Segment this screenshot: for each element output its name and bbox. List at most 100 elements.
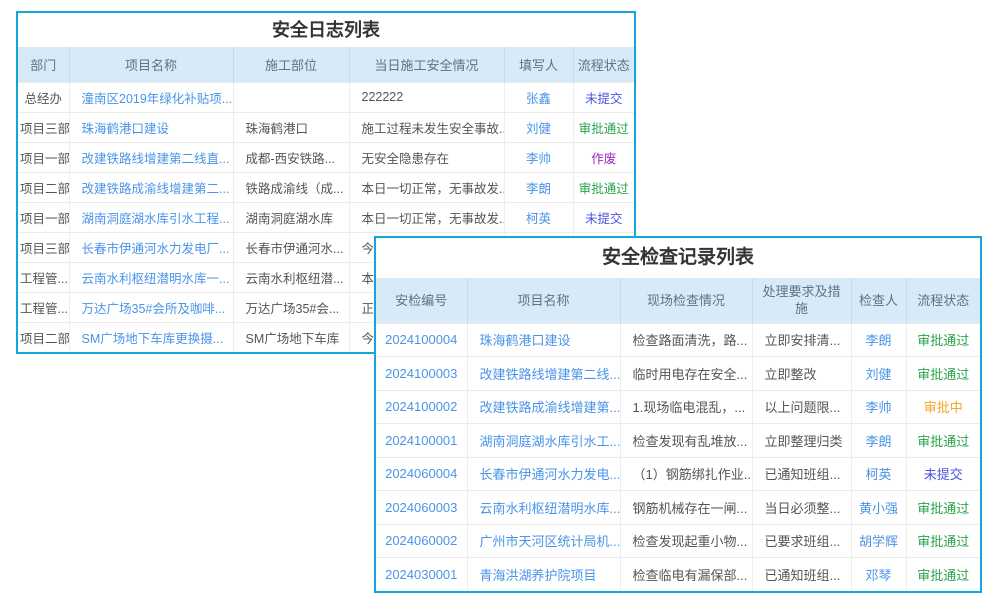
department-cell: 项目二部	[18, 322, 69, 352]
project-name-link[interactable]: 改建铁路线增建第二线直...	[69, 142, 233, 172]
project-name-link[interactable]: 改建铁路成渝线增建第...	[467, 390, 620, 424]
site-check-cell: 钢筋机械存在一闸...	[620, 491, 752, 525]
column-header: 施工部位	[233, 47, 349, 82]
measure-cell: 已要求班组...	[752, 524, 851, 558]
inspection-code-link[interactable]: 2024100002	[376, 390, 467, 424]
project-name-link[interactable]: 改建铁路线增建第二线...	[467, 357, 620, 391]
project-name-link[interactable]: 长春市伊通河水力发电...	[467, 457, 620, 491]
measure-cell: 以上问题限...	[752, 390, 851, 424]
site-check-cell: （1）钢筋绑扎作业...	[620, 457, 752, 491]
workflow-status-text: 审批通过	[573, 112, 634, 142]
column-header: 项目名称	[467, 278, 620, 323]
measure-cell: 已通知班组...	[752, 558, 851, 592]
column-header: 项目名称	[69, 47, 233, 82]
column-header: 安检编号	[376, 278, 467, 323]
department-cell: 项目一部	[18, 142, 69, 172]
column-header: 填写人	[504, 47, 573, 82]
project-name-link[interactable]: 改建铁路成渝线增建第二...	[69, 172, 233, 202]
column-header: 部门	[18, 47, 69, 82]
column-header: 流程状态	[906, 278, 980, 323]
inspection-code-link[interactable]: 2024030001	[376, 558, 467, 592]
workflow-status-text: 审批通过	[906, 558, 980, 592]
project-name-link[interactable]: 湖南洞庭湖水库引水工程...	[69, 202, 233, 232]
construction-part-cell: 珠海鹤港口	[233, 112, 349, 142]
site-check-cell: 1.现场临电混乱，...	[620, 390, 752, 424]
workflow-status-text: 作废	[573, 142, 634, 172]
inspector-link[interactable]: 胡学辉	[851, 524, 906, 558]
writer-link[interactable]: 李帅	[504, 142, 573, 172]
measure-cell: 已通知班组...	[752, 457, 851, 491]
inspection-code-link[interactable]: 2024060004	[376, 457, 467, 491]
table-row: 项目一部湖南洞庭湖水库引水工程...湖南洞庭湖水库本日一切正常，无事故发...柯…	[18, 202, 634, 232]
project-name-link[interactable]: 云南水利枢纽潜明水库一...	[69, 262, 233, 292]
inspector-link[interactable]: 柯英	[851, 457, 906, 491]
department-cell: 总经办	[18, 82, 69, 112]
construction-part-cell	[233, 82, 349, 112]
table-row: 项目一部改建铁路线增建第二线直...成都-西安铁路...无安全隐患存在李帅作废	[18, 142, 634, 172]
inspector-link[interactable]: 李朗	[851, 323, 906, 357]
project-name-link[interactable]: 广州市天河区统计局机...	[467, 524, 620, 558]
writer-link[interactable]: 张鑫	[504, 82, 573, 112]
site-check-cell: 临时用电存在安全...	[620, 357, 752, 391]
daily-safety-cell: 222222	[349, 82, 504, 112]
department-cell: 项目二部	[18, 172, 69, 202]
safety-inspection-header-row: 安检编号项目名称现场检查情况处理要求及措施检查人流程状态	[376, 278, 980, 323]
inspection-code-link[interactable]: 2024100001	[376, 424, 467, 458]
inspector-link[interactable]: 李朗	[851, 424, 906, 458]
inspection-code-link[interactable]: 2024100003	[376, 357, 467, 391]
writer-link[interactable]: 刘健	[504, 112, 573, 142]
inspection-code-link[interactable]: 2024060002	[376, 524, 467, 558]
daily-safety-cell: 无安全隐患存在	[349, 142, 504, 172]
table-row: 2024030001青海洪湖养护院项目检查临电有漏保部...已通知班组...邓琴…	[376, 558, 980, 592]
construction-part-cell: 湖南洞庭湖水库	[233, 202, 349, 232]
measure-cell: 立即安排清...	[752, 323, 851, 357]
project-name-link[interactable]: 长春市伊通河水力发电厂...	[69, 232, 233, 262]
table-row: 2024100004珠海鹤港口建设检查路面清洗，路...立即安排清...李朗审批…	[376, 323, 980, 357]
project-name-link[interactable]: 珠海鹤港口建设	[467, 323, 620, 357]
table-row: 项目二部改建铁路成渝线增建第二...铁路成渝线（成...本日一切正常，无事故发.…	[18, 172, 634, 202]
project-name-link[interactable]: 青海洪湖养护院项目	[467, 558, 620, 592]
workflow-status-text: 未提交	[573, 202, 634, 232]
safety-inspection-table: 安检编号项目名称现场检查情况处理要求及措施检查人流程状态 2024100004珠…	[376, 278, 980, 591]
daily-safety-cell: 施工过程未发生安全事故...	[349, 112, 504, 142]
daily-safety-cell: 本日一切正常，无事故发...	[349, 202, 504, 232]
workflow-status-text: 审批通过	[906, 424, 980, 458]
department-cell: 项目三部	[18, 112, 69, 142]
safety-log-title: 安全日志列表	[18, 13, 634, 47]
table-row: 总经办潼南区2019年绿化补贴项... 222222张鑫未提交	[18, 82, 634, 112]
daily-safety-cell: 本日一切正常，无事故发...	[349, 172, 504, 202]
project-name-link[interactable]: 珠海鹤港口建设	[69, 112, 233, 142]
construction-part-cell: 万达广场35#会...	[233, 292, 349, 322]
construction-part-cell: 成都-西安铁路...	[233, 142, 349, 172]
safety-log-header-row: 部门项目名称施工部位当日施工安全情况填写人流程状态	[18, 47, 634, 82]
construction-part-cell: 铁路成渝线（成...	[233, 172, 349, 202]
inspection-code-link[interactable]: 2024100004	[376, 323, 467, 357]
inspector-link[interactable]: 黄小强	[851, 491, 906, 525]
writer-link[interactable]: 柯英	[504, 202, 573, 232]
inspector-link[interactable]: 邓琴	[851, 558, 906, 592]
workflow-status-text: 审批通过	[573, 172, 634, 202]
writer-link[interactable]: 李朗	[504, 172, 573, 202]
workflow-status-text: 审批通过	[906, 491, 980, 525]
table-row: 2024100001湖南洞庭湖水库引水工...检查发现有乱堆放...立即整理归类…	[376, 424, 980, 458]
department-cell: 项目三部	[18, 232, 69, 262]
safety-inspection-panel: 安全检查记录列表 安检编号项目名称现场检查情况处理要求及措施检查人流程状态 20…	[374, 236, 982, 593]
project-name-link[interactable]: 万达广场35#会所及咖啡...	[69, 292, 233, 322]
column-header: 流程状态	[573, 47, 634, 82]
measure-cell: 立即整理归类	[752, 424, 851, 458]
site-check-cell: 检查发现有乱堆放...	[620, 424, 752, 458]
table-row: 2024060002广州市天河区统计局机...检查发现起重小物...已要求班组.…	[376, 524, 980, 558]
column-header: 检查人	[851, 278, 906, 323]
project-name-link[interactable]: 潼南区2019年绿化补贴项...	[69, 82, 233, 112]
table-row: 2024100003改建铁路线增建第二线...临时用电存在安全...立即整改刘健…	[376, 357, 980, 391]
table-row: 项目三部珠海鹤港口建设珠海鹤港口施工过程未发生安全事故...刘健审批通过	[18, 112, 634, 142]
project-name-link[interactable]: 云南水利枢纽潜明水库...	[467, 491, 620, 525]
inspector-link[interactable]: 李帅	[851, 390, 906, 424]
project-name-link[interactable]: SM广场地下车库更换摄...	[69, 322, 233, 352]
inspector-link[interactable]: 刘健	[851, 357, 906, 391]
project-name-link[interactable]: 湖南洞庭湖水库引水工...	[467, 424, 620, 458]
table-row: 2024060004长春市伊通河水力发电...（1）钢筋绑扎作业...已通知班组…	[376, 457, 980, 491]
workflow-status-text: 未提交	[573, 82, 634, 112]
inspection-code-link[interactable]: 2024060003	[376, 491, 467, 525]
workflow-status-text: 审批通过	[906, 323, 980, 357]
